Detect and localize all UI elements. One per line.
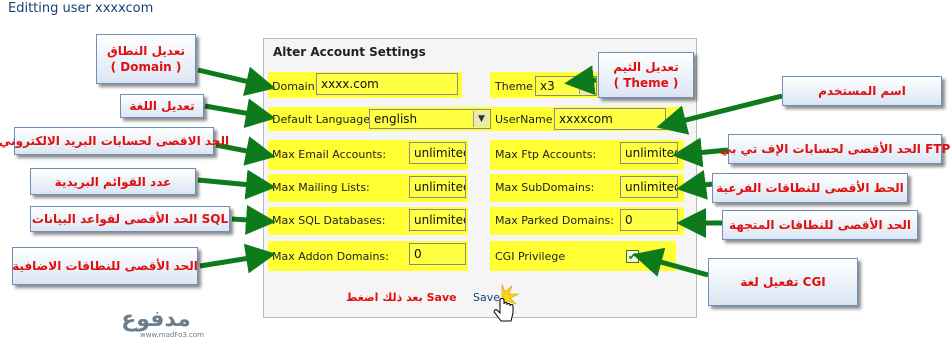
logo-url: www.madFo3.com (140, 331, 204, 339)
annotation-parked: الحد الأقصى للنطاقات المتجهة (722, 210, 918, 240)
annotation-cgi: تفعيل لغة CGI (708, 258, 858, 306)
arrow-mailing (197, 169, 276, 200)
annotation-save: بعد ذلك اضغط Save (346, 291, 457, 304)
annotation-email: الحد الاقصى لحسابات البريد الالكتروني (0, 127, 229, 155)
arrow-addon (199, 243, 276, 274)
arrow-sql (231, 204, 276, 235)
annotation-domain: تعديل النطاق ( Domain ) (96, 34, 196, 84)
arrow-language (204, 98, 276, 129)
annotation-mailing: عدد القوائم البريدية (30, 168, 196, 195)
madfo3-logo: مدفوع www.madFo3.com (121, 307, 204, 339)
annotation-ftp: الحد الأقصى لحسابات الإف تي بي FTP (720, 134, 950, 164)
annotation-subdomains: الحط الأقصى للنطاقات الفرعية (712, 173, 908, 203)
annotation-domain-line2: ( Domain ) (110, 60, 182, 74)
annotation-sql: الحد الأقصى لقواعد البيانات SQL (30, 206, 230, 232)
logo-text: مدفوع (121, 307, 191, 332)
annotation-domain-line1: تعديل النطاق (106, 44, 186, 58)
arrow-domain (197, 66, 276, 96)
arrow-subdomains (676, 169, 713, 200)
annotation-language: تعديل اللغة (120, 94, 204, 118)
annotation-theme: تعديل الثيم ( Theme ) (598, 52, 694, 98)
annotation-username: اسم المستخدم (782, 76, 942, 106)
arrow-username (656, 93, 783, 135)
annotation-addon: الحد الأقصى للنطاقات الاضافية (12, 247, 198, 285)
arrow-cgi (632, 247, 709, 278)
arrow-theme (564, 65, 597, 96)
